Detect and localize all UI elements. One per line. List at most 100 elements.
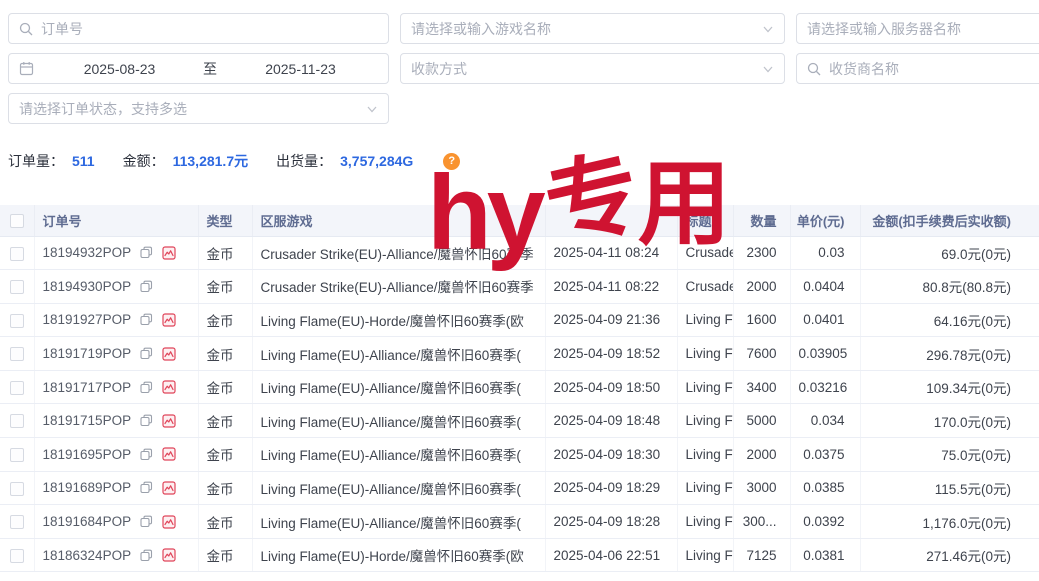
image-icon[interactable] (162, 515, 176, 529)
order-type: 金币 (198, 471, 252, 505)
server-name-placeholder: 请选择或输入服务器名称 (807, 19, 961, 39)
table-row: 18191689POP 金币 Living Flame(EU)-Alliance… (0, 471, 1039, 505)
image-icon[interactable] (162, 380, 176, 394)
order-id: 18191689POP (43, 480, 132, 495)
order-type: 金币 (198, 505, 252, 539)
stat-shipped: 出货量： 3,757,284G (276, 151, 413, 171)
table-row: 18191695POP 金币 Living Flame(EU)-Alliance… (0, 438, 1039, 472)
date-start-value[interactable]: 2025-08-23 (42, 61, 197, 77)
server-game: Living Flame(EU)-Horde/魔兽怀旧60赛季(欧 (252, 538, 545, 572)
header-unit-price: 单价(元) (790, 205, 860, 236)
order-amount: 80.8元(80.8元) (860, 270, 1039, 304)
header-type: 类型 (198, 205, 252, 236)
copy-icon[interactable] (140, 549, 153, 562)
order-amount: 170.0元(0元) (860, 404, 1039, 438)
copy-icon[interactable] (140, 515, 153, 528)
server-game: Living Flame(EU)-Alliance/魔兽怀旧60赛季( (252, 471, 545, 505)
order-quantity: 5000 (733, 404, 790, 438)
stat-order-count-label: 订单量： (8, 151, 64, 171)
image-icon[interactable] (162, 414, 176, 428)
table-row: 18191717POP 金币 Living Flame(EU)-Alliance… (0, 370, 1039, 404)
order-id: 18191715POP (43, 413, 132, 428)
order-number-input[interactable]: 订单号 (8, 13, 389, 44)
stat-shipped-value: 3,757,284G (340, 153, 413, 169)
date-range-picker[interactable]: 2025-08-23 至 2025-11-23 (8, 53, 389, 84)
order-unit-price: 0.0381 (790, 538, 860, 572)
row-checkbox[interactable] (10, 515, 24, 529)
game-name-select[interactable]: 请选择或输入游戏名称 (400, 13, 785, 44)
copy-icon[interactable] (140, 246, 153, 259)
chevron-down-icon (366, 103, 378, 115)
copy-icon[interactable] (140, 448, 153, 461)
order-time: 2025-04-09 18:48 (545, 404, 677, 438)
header-order-time (545, 205, 677, 236)
copy-icon[interactable] (140, 414, 153, 427)
table-row: 18191684POP 金币 Living Flame(EU)-Alliance… (0, 505, 1039, 539)
chevron-down-icon (762, 63, 774, 75)
payment-method-select[interactable]: 收款方式 (400, 53, 785, 84)
row-checkbox[interactable] (10, 549, 24, 563)
order-quantity: 7600 (733, 337, 790, 371)
payment-method-placeholder: 收款方式 (411, 59, 467, 79)
row-checkbox[interactable] (10, 482, 24, 496)
order-quantity: 2300 (733, 236, 790, 270)
order-amount: 115.5元(0元) (860, 471, 1039, 505)
image-icon[interactable] (162, 246, 176, 260)
receiver-merchant-input[interactable]: 收货商名称 (796, 53, 1039, 84)
order-status-multiselect[interactable]: 请选择订单状态，支持多选 (8, 93, 389, 124)
copy-icon[interactable] (140, 313, 153, 326)
order-type: 金币 (198, 404, 252, 438)
select-all-checkbox[interactable] (10, 214, 24, 228)
server-name-select[interactable]: 请选择或输入服务器名称 (796, 13, 1039, 44)
image-icon[interactable] (162, 313, 176, 327)
row-checkbox[interactable] (10, 247, 24, 261)
help-icon[interactable]: ? (443, 153, 460, 170)
order-title: Living Fl (677, 438, 733, 472)
copy-icon[interactable] (140, 481, 153, 494)
copy-icon[interactable] (140, 347, 153, 360)
image-icon[interactable] (162, 548, 176, 562)
row-checkbox[interactable] (10, 381, 24, 395)
header-order-id: 订单号 (34, 205, 198, 236)
copy-icon[interactable] (140, 381, 153, 394)
table-row: 18191715POP 金币 Living Flame(EU)-Alliance… (0, 404, 1039, 438)
order-id: 18186324POP (43, 548, 132, 563)
order-type: 金币 (198, 303, 252, 337)
order-amount: 69.0元(0元) (860, 236, 1039, 270)
order-number-placeholder: 订单号 (41, 19, 83, 39)
search-icon (19, 22, 33, 36)
order-type: 金币 (198, 370, 252, 404)
row-checkbox[interactable] (10, 280, 24, 294)
date-end-value[interactable]: 2025-11-23 (223, 61, 378, 77)
row-checkbox[interactable] (10, 448, 24, 462)
search-icon (807, 62, 821, 76)
order-time: 2025-04-09 18:29 (545, 471, 677, 505)
image-icon[interactable] (162, 447, 176, 461)
server-game: Living Flame(EU)-Alliance/魔兽怀旧60赛季( (252, 404, 545, 438)
order-time: 2025-04-09 18:30 (545, 438, 677, 472)
image-icon[interactable] (162, 481, 176, 495)
server-game: Living Flame(EU)-Alliance/魔兽怀旧60赛季( (252, 337, 545, 371)
order-type: 金币 (198, 538, 252, 572)
order-management-screen: 订单号 请选择或输入游戏名称 请选择或输入服务器名称 2025-08-23 至 … (0, 0, 1039, 581)
order-quantity: 2000 (733, 270, 790, 304)
row-checkbox[interactable] (10, 347, 24, 361)
orders-table: 订单号 类型 区服游戏 标题 数量 单价(元) 金额(扣手续费后实收额) 181… (0, 205, 1039, 572)
order-unit-price: 0.03216 (790, 370, 860, 404)
server-game: Living Flame(EU)-Alliance/魔兽怀旧60赛季( (252, 438, 545, 472)
row-checkbox[interactable] (10, 314, 24, 328)
image-icon[interactable] (162, 347, 176, 361)
table-row: 18194932POP 金币 Crusader Strike(EU)-Allia… (0, 236, 1039, 270)
chevron-down-icon (762, 23, 774, 35)
order-time: 2025-04-11 08:22 (545, 270, 677, 304)
order-title: Living Fl (677, 337, 733, 371)
copy-icon[interactable] (140, 280, 153, 293)
order-id: 18191717POP (43, 380, 132, 395)
order-type: 金币 (198, 236, 252, 270)
stat-amount-label: 金额： (123, 151, 165, 171)
order-unit-price: 0.0404 (790, 270, 860, 304)
row-checkbox[interactable] (10, 414, 24, 428)
stat-order-count: 订单量： 511 (8, 151, 95, 171)
header-server-game: 区服游戏 (252, 205, 545, 236)
stat-amount-value: 113,281.7元 (173, 151, 249, 171)
